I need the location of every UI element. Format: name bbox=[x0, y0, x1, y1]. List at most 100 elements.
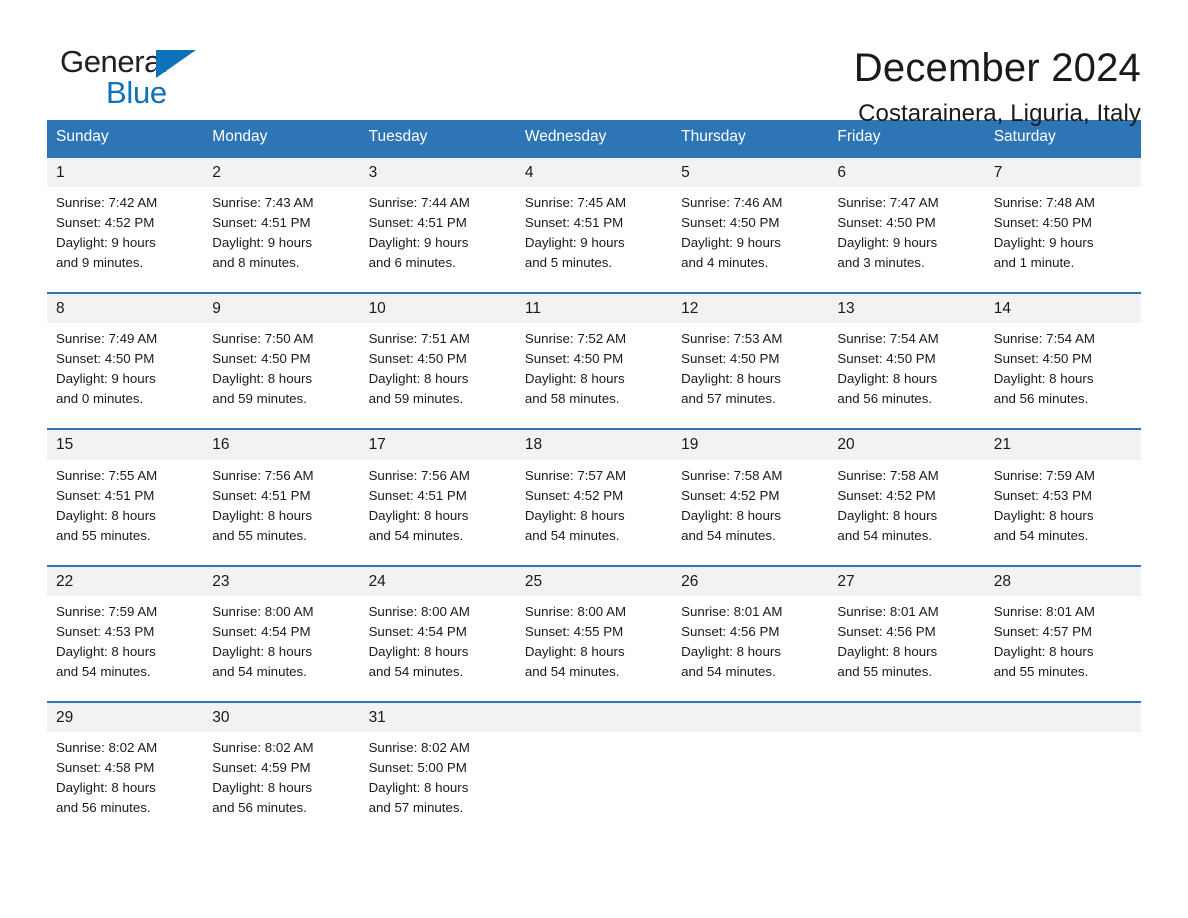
day-cell[interactable]: Sunrise: 7:59 AM Sunset: 4:53 PM Dayligh… bbox=[985, 466, 1141, 546]
day-cell[interactable]: Sunrise: 7:43 AM Sunset: 4:51 PM Dayligh… bbox=[203, 193, 359, 273]
day-number[interactable]: 15 bbox=[47, 430, 203, 459]
daylight-text-line2: and 55 minutes. bbox=[212, 527, 307, 543]
day-cell[interactable]: Sunrise: 7:54 AM Sunset: 4:50 PM Dayligh… bbox=[985, 329, 1141, 409]
daylight-text-line2: and 56 minutes. bbox=[837, 391, 933, 407]
sunset-text: Sunset: 4:55 PM bbox=[524, 624, 624, 640]
day-number[interactable]: 30 bbox=[203, 703, 359, 732]
daylight-text-line1: Daylight: 8 hours bbox=[524, 371, 625, 387]
sunrise-text: Sunrise: 7:48 AM bbox=[993, 194, 1095, 210]
day-number[interactable]: 13 bbox=[828, 294, 984, 323]
day-number[interactable]: 9 bbox=[203, 294, 359, 323]
day-number[interactable]: 12 bbox=[672, 294, 828, 323]
day-cell[interactable]: Sunrise: 7:47 AM Sunset: 4:50 PM Dayligh… bbox=[828, 193, 984, 273]
week-spacer bbox=[47, 272, 1141, 292]
day-cell[interactable]: Sunrise: 7:57 AM Sunset: 4:52 PM Dayligh… bbox=[516, 466, 672, 546]
sunset-text: Sunset: 4:53 PM bbox=[993, 487, 1093, 503]
daylight-text-line1: Daylight: 8 hours bbox=[993, 644, 1094, 660]
day-number[interactable]: 5 bbox=[672, 158, 828, 187]
sunset-text: Sunset: 4:52 PM bbox=[56, 214, 155, 230]
day-cell[interactable]: Sunrise: 7:49 AM Sunset: 4:50 PM Dayligh… bbox=[47, 329, 203, 409]
day-number[interactable]: 11 bbox=[516, 294, 672, 323]
day-number[interactable]: 16 bbox=[203, 430, 359, 459]
daylight-text-line1: Daylight: 8 hours bbox=[368, 644, 469, 660]
day-number[interactable]: 23 bbox=[203, 567, 359, 596]
day-number[interactable]: 7 bbox=[985, 158, 1141, 187]
day-cell[interactable]: Sunrise: 7:56 AM Sunset: 4:51 PM Dayligh… bbox=[360, 466, 516, 546]
daylight-text-line2: and 3 minutes. bbox=[837, 254, 925, 270]
day-number[interactable]: 22 bbox=[47, 567, 203, 596]
sunset-text: Sunset: 4:54 PM bbox=[212, 624, 311, 640]
daylight-text-line1: Daylight: 9 hours bbox=[368, 234, 469, 250]
weekday-header-row: Sunday Monday Tuesday Wednesday Thursday… bbox=[47, 120, 1141, 156]
day-cell[interactable]: Sunrise: 7:48 AM Sunset: 4:50 PM Dayligh… bbox=[985, 193, 1141, 273]
weekday-header-wednesday: Wednesday bbox=[524, 128, 607, 145]
day-number[interactable]: 27 bbox=[828, 567, 984, 596]
day-cell[interactable]: Sunrise: 8:00 AM Sunset: 4:54 PM Dayligh… bbox=[203, 602, 359, 682]
day-cell[interactable]: Sunrise: 8:02 AM Sunset: 4:58 PM Dayligh… bbox=[47, 738, 203, 818]
day-number[interactable]: 3 bbox=[360, 158, 516, 187]
day-cell[interactable]: Sunrise: 7:55 AM Sunset: 4:51 PM Dayligh… bbox=[47, 466, 203, 546]
daylight-text-line2: and 55 minutes. bbox=[56, 527, 151, 543]
day-number[interactable]: 17 bbox=[360, 430, 516, 459]
daylight-text-line1: Daylight: 8 hours bbox=[524, 507, 625, 523]
day-cell[interactable]: Sunrise: 8:01 AM Sunset: 4:56 PM Dayligh… bbox=[672, 602, 828, 682]
daylight-text-line2: and 56 minutes. bbox=[993, 391, 1089, 407]
day-cell[interactable]: Sunrise: 7:58 AM Sunset: 4:52 PM Dayligh… bbox=[828, 466, 984, 546]
day-number[interactable]: 1 bbox=[47, 158, 203, 187]
day-cell[interactable]: Sunrise: 7:56 AM Sunset: 4:51 PM Dayligh… bbox=[203, 466, 359, 546]
day-number[interactable]: 8 bbox=[47, 294, 203, 323]
day-number[interactable]: 10 bbox=[360, 294, 516, 323]
day-cell[interactable]: Sunrise: 7:45 AM Sunset: 4:51 PM Dayligh… bbox=[516, 193, 672, 273]
day-number[interactable]: 25 bbox=[516, 567, 672, 596]
day-cell[interactable]: Sunrise: 7:54 AM Sunset: 4:50 PM Dayligh… bbox=[828, 329, 984, 409]
day-cell[interactable]: Sunrise: 8:00 AM Sunset: 4:54 PM Dayligh… bbox=[360, 602, 516, 682]
day-number[interactable]: 2 bbox=[203, 158, 359, 187]
daylight-text-line2: and 8 minutes. bbox=[212, 254, 300, 270]
daylight-text-line2: and 54 minutes. bbox=[993, 527, 1089, 543]
daylight-text-line2: and 57 minutes. bbox=[368, 800, 464, 816]
day-number[interactable]: 20 bbox=[828, 430, 984, 459]
day-number[interactable]: 28 bbox=[985, 567, 1141, 596]
day-number[interactable]: 26 bbox=[672, 567, 828, 596]
day-cell[interactable]: Sunrise: 7:59 AM Sunset: 4:53 PM Dayligh… bbox=[47, 602, 203, 682]
day-number[interactable]: 19 bbox=[672, 430, 828, 459]
sunrise-text: Sunrise: 7:52 AM bbox=[524, 331, 627, 347]
day-cell[interactable]: Sunrise: 8:01 AM Sunset: 4:57 PM Dayligh… bbox=[985, 602, 1141, 682]
calendar-week-row: 15 16 17 18 19 20 21 Sunrise: 7:55 AM Su… bbox=[47, 428, 1141, 546]
sunset-text: Sunset: 4:50 PM bbox=[368, 351, 467, 367]
sunrise-text: Sunrise: 7:57 AM bbox=[524, 467, 627, 483]
day-number[interactable]: 24 bbox=[360, 567, 516, 596]
day-number[interactable]: 6 bbox=[828, 158, 984, 187]
day-cell[interactable]: Sunrise: 8:00 AM Sunset: 4:55 PM Dayligh… bbox=[516, 602, 672, 682]
day-cell[interactable]: Sunrise: 7:51 AM Sunset: 4:50 PM Dayligh… bbox=[360, 329, 516, 409]
sunset-text: Sunset: 4:50 PM bbox=[993, 214, 1093, 230]
day-cell[interactable]: Sunrise: 7:44 AM Sunset: 4:51 PM Dayligh… bbox=[360, 193, 516, 273]
day-number[interactable]: 18 bbox=[516, 430, 672, 459]
day-cell[interactable]: Sunrise: 8:02 AM Sunset: 4:59 PM Dayligh… bbox=[203, 738, 359, 818]
day-cell[interactable]: Sunrise: 7:53 AM Sunset: 4:50 PM Dayligh… bbox=[672, 329, 828, 409]
generalblue-logo[interactable]: General Blue bbox=[60, 44, 210, 118]
day-cell[interactable]: Sunrise: 7:50 AM Sunset: 4:50 PM Dayligh… bbox=[203, 329, 359, 409]
daylight-text-line1: Daylight: 8 hours bbox=[212, 644, 313, 660]
daylight-text-line2: and 54 minutes. bbox=[681, 527, 776, 543]
daylight-text-line1: Daylight: 9 hours bbox=[993, 234, 1094, 250]
day-cell[interactable]: Sunrise: 7:42 AM Sunset: 4:52 PM Dayligh… bbox=[47, 193, 203, 273]
day-number[interactable]: 31 bbox=[360, 703, 516, 732]
daylight-text-line2: and 1 minute. bbox=[993, 254, 1075, 270]
sunrise-text: Sunrise: 7:45 AM bbox=[524, 194, 627, 210]
sunrise-text: Sunrise: 7:59 AM bbox=[993, 467, 1095, 483]
day-number[interactable]: 29 bbox=[47, 703, 203, 732]
day-cell[interactable]: Sunrise: 7:58 AM Sunset: 4:52 PM Dayligh… bbox=[672, 466, 828, 546]
sunset-text: Sunset: 4:50 PM bbox=[837, 214, 936, 230]
day-number[interactable]: 4 bbox=[516, 158, 672, 187]
day-cell[interactable]: Sunrise: 8:01 AM Sunset: 4:56 PM Dayligh… bbox=[828, 602, 984, 682]
week-spacer bbox=[47, 545, 1141, 565]
day-cell-empty bbox=[985, 738, 1141, 818]
day-cell[interactable]: Sunrise: 7:46 AM Sunset: 4:50 PM Dayligh… bbox=[672, 193, 828, 273]
day-number[interactable]: 14 bbox=[985, 294, 1141, 323]
day-cell[interactable]: Sunrise: 8:02 AM Sunset: 5:00 PM Dayligh… bbox=[360, 738, 516, 818]
daylight-text-line1: Daylight: 8 hours bbox=[993, 371, 1094, 387]
day-cell[interactable]: Sunrise: 7:52 AM Sunset: 4:50 PM Dayligh… bbox=[516, 329, 672, 409]
day-number[interactable]: 21 bbox=[985, 430, 1141, 459]
day-number-band: 8 9 10 11 12 13 14 bbox=[47, 293, 1141, 324]
